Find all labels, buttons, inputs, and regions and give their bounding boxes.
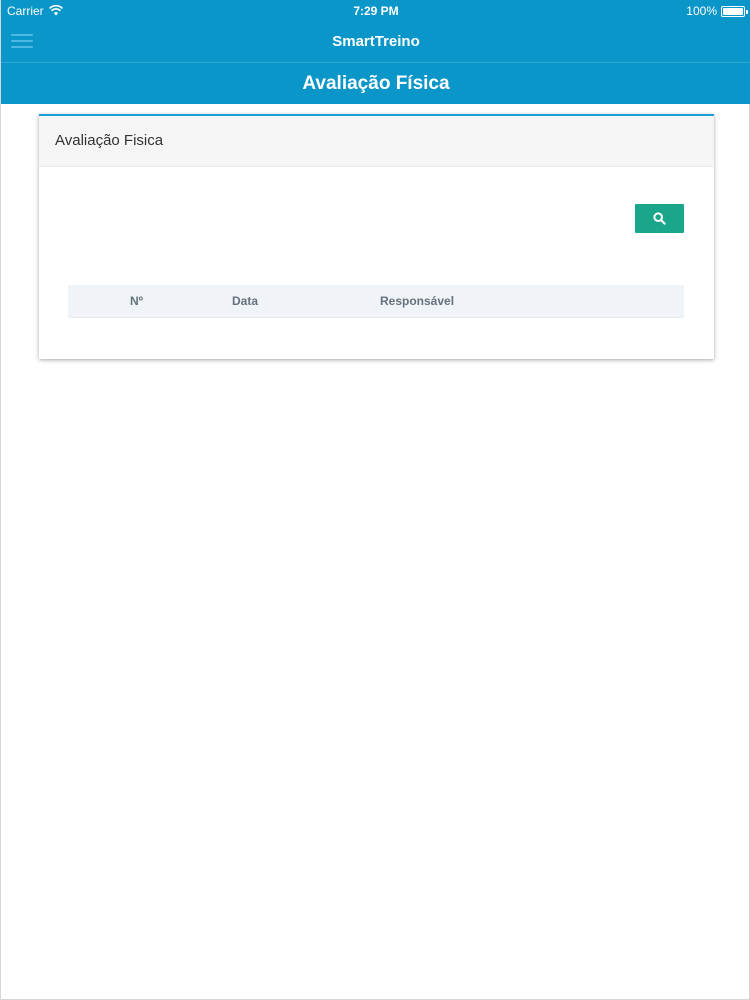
- status-bar: Carrier 7:29 PM 100%: [1, 0, 750, 22]
- table-header: Nº Data Responsável: [68, 285, 684, 318]
- column-header-date[interactable]: Data: [232, 285, 258, 317]
- status-time: 7:29 PM: [353, 4, 399, 18]
- page-title: Avaliação Física: [302, 73, 450, 94]
- page-header: Avaliação Física: [1, 62, 750, 104]
- battery-icon: [721, 6, 748, 17]
- column-header-number[interactable]: Nº: [130, 285, 143, 317]
- evaluation-card: Avaliação Fisica Nº Data Responsável: [39, 114, 714, 359]
- navigation-bar: SmartTreino: [1, 22, 750, 62]
- battery-percentage: 100%: [686, 4, 717, 18]
- search-button[interactable]: [635, 204, 684, 233]
- card-title: Avaliação Fisica: [55, 132, 164, 149]
- column-header-responsible[interactable]: Responsável: [380, 285, 454, 317]
- card-header: Avaliação Fisica: [39, 116, 714, 167]
- search-icon: [653, 212, 666, 225]
- app-screen: Carrier 7:29 PM 100% SmartTreino Avaliaç…: [0, 0, 750, 1000]
- app-title: SmartTreino: [332, 33, 420, 50]
